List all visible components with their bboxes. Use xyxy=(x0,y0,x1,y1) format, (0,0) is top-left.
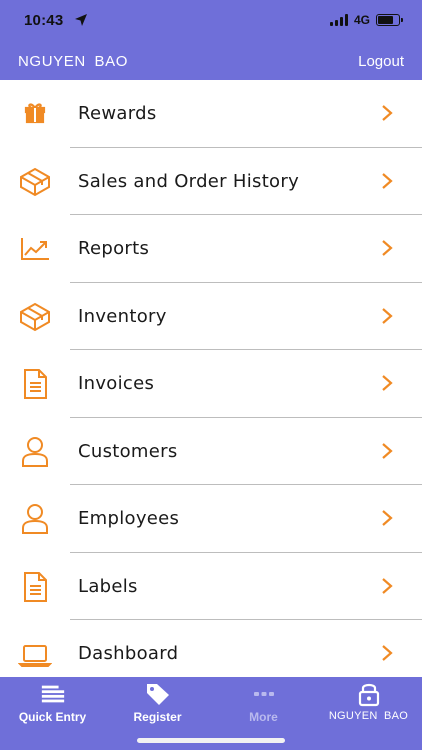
menu-item-dashboard[interactable]: Dashboard xyxy=(0,620,422,677)
person-icon xyxy=(17,502,53,536)
chevron-right-icon xyxy=(382,105,393,121)
chevron-right-icon xyxy=(382,442,393,459)
menu-item-label: Customers xyxy=(78,440,178,462)
dots-icon xyxy=(251,682,277,706)
status-bar: 10:43 4G xyxy=(0,0,422,44)
menu-item-label: Labels xyxy=(78,575,138,597)
menu-item-employees[interactable]: Employees xyxy=(0,485,422,553)
laptop-icon xyxy=(17,637,53,671)
menu-item-customers[interactable]: Customers xyxy=(0,418,422,485)
tab-label: Register xyxy=(133,710,182,724)
chevron-right-icon xyxy=(382,240,393,256)
status-indicators: 4G xyxy=(329,13,403,27)
menu-item-rewards[interactable]: Rewards xyxy=(0,80,422,148)
chevron-right-icon xyxy=(382,577,393,594)
chevron-right-icon xyxy=(382,172,393,189)
chevron-right-icon xyxy=(382,510,393,526)
home-indicator xyxy=(137,738,285,743)
menu-item-label: Reports xyxy=(78,238,150,259)
menu-item-label: Employees xyxy=(78,508,180,529)
menu-item-label: Sales and Order History xyxy=(78,170,300,192)
menu-item-label: Dashboard xyxy=(78,643,179,664)
menu-list: Rewards Sales and Order History Reports … xyxy=(0,80,422,677)
tag-icon xyxy=(145,682,171,706)
lock-icon xyxy=(356,682,382,707)
tab-account[interactable]: NGUYEN BAO xyxy=(316,677,421,729)
tab-label: More xyxy=(249,710,278,724)
menu-item-label: Inventory xyxy=(78,305,167,327)
menu-item-label: Rewards xyxy=(78,103,157,124)
tab-label: Quick Entry xyxy=(18,710,87,724)
list-lines-icon xyxy=(40,682,66,706)
document-icon xyxy=(17,367,53,401)
trend-chart-icon xyxy=(17,232,53,266)
network-type: 4G xyxy=(353,13,370,27)
tab-label: NGUYEN BAO xyxy=(328,710,409,722)
menu-item-invoices[interactable]: Invoices xyxy=(0,350,422,418)
menu-item-labels[interactable]: Labels xyxy=(0,553,422,620)
logout-button[interactable]: Logout xyxy=(358,53,404,70)
status-time: 10:43 xyxy=(24,12,64,29)
tab-more[interactable]: More xyxy=(211,677,316,729)
user-name: NGUYEN BAO xyxy=(18,53,129,70)
menu-item-sales-order-history[interactable]: Sales and Order History xyxy=(0,148,422,215)
cube-icon xyxy=(17,165,53,199)
chevron-right-icon xyxy=(382,375,393,391)
gift-icon xyxy=(17,97,53,131)
chevron-right-icon xyxy=(382,645,393,661)
tab-quick-entry[interactable]: Quick Entry xyxy=(0,677,105,729)
cube-icon xyxy=(17,300,53,334)
tab-register[interactable]: Register xyxy=(105,677,210,729)
person-icon xyxy=(17,435,53,469)
app-header: NGUYEN BAO Logout xyxy=(0,44,422,80)
menu-item-inventory[interactable]: Inventory xyxy=(0,283,422,350)
menu-item-reports[interactable]: Reports xyxy=(0,215,422,283)
signal-bars-icon xyxy=(329,14,348,26)
menu-item-label: Invoices xyxy=(78,373,155,394)
chevron-right-icon xyxy=(382,307,393,324)
location-arrow-icon xyxy=(75,14,87,26)
battery-icon xyxy=(376,14,403,26)
document-icon xyxy=(17,570,53,604)
